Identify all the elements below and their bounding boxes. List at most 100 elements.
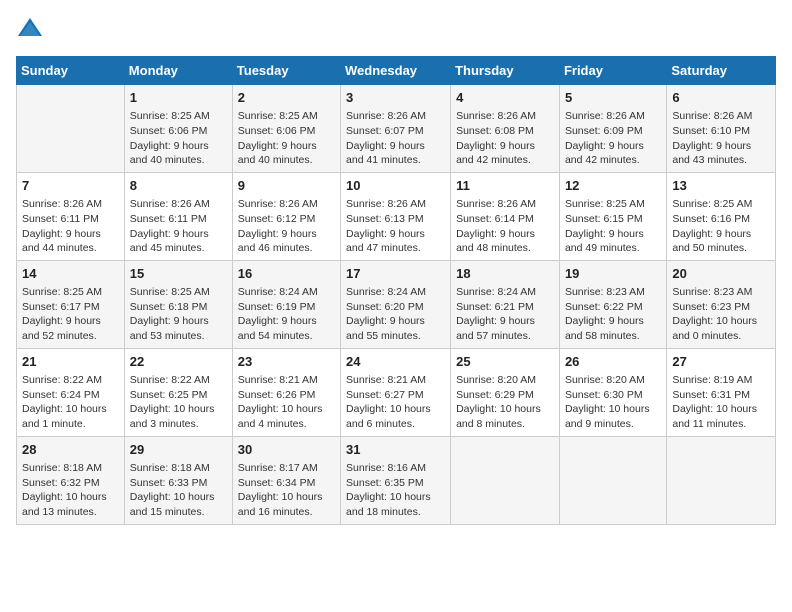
day-number: 22 [130, 353, 227, 371]
day-info: Sunrise: 8:19 AM Sunset: 6:31 PM Dayligh… [672, 373, 770, 432]
day-number: 17 [346, 265, 445, 283]
day-info: Sunrise: 8:22 AM Sunset: 6:24 PM Dayligh… [22, 373, 119, 432]
logo-icon [16, 16, 44, 44]
header-row: SundayMondayTuesdayWednesdayThursdayFrid… [17, 57, 776, 85]
day-info: Sunrise: 8:26 AM Sunset: 6:08 PM Dayligh… [456, 109, 554, 168]
day-number: 4 [456, 89, 554, 107]
calendar-table: SundayMondayTuesdayWednesdayThursdayFrid… [16, 56, 776, 525]
day-cell: 26 Sunrise: 8:20 AM Sunset: 6:30 PM Dayli… [559, 348, 666, 436]
day-info: Sunrise: 8:23 AM Sunset: 6:23 PM Dayligh… [672, 285, 770, 344]
day-info: Sunrise: 8:26 AM Sunset: 6:07 PM Dayligh… [346, 109, 445, 168]
day-cell: 8 Sunrise: 8:26 AM Sunset: 6:11 PM Daylig… [124, 172, 232, 260]
day-cell: 20 Sunrise: 8:23 AM Sunset: 6:23 PM Dayli… [667, 260, 776, 348]
day-number: 18 [456, 265, 554, 283]
day-info: Sunrise: 8:26 AM Sunset: 6:09 PM Dayligh… [565, 109, 661, 168]
day-cell: 11 Sunrise: 8:26 AM Sunset: 6:14 PM Dayli… [451, 172, 560, 260]
day-info: Sunrise: 8:23 AM Sunset: 6:22 PM Dayligh… [565, 285, 661, 344]
day-info: Sunrise: 8:21 AM Sunset: 6:26 PM Dayligh… [238, 373, 335, 432]
day-cell: 10Sunrise: 8:26 AM Sunset: 6:13 PM Dayli… [341, 172, 451, 260]
day-cell: 23 Sunrise: 8:21 AM Sunset: 6:26 PM Dayli… [232, 348, 340, 436]
day-info: Sunrise: 8:18 AM Sunset: 6:33 PM Dayligh… [130, 461, 227, 520]
day-info: Sunrise: 8:26 AM Sunset: 6:11 PM Dayligh… [22, 197, 119, 256]
day-cell: 17 Sunrise: 8:24 AM Sunset: 6:20 PM Dayli… [341, 260, 451, 348]
day-cell: 4 Sunrise: 8:26 AM Sunset: 6:08 PM Daylig… [451, 85, 560, 173]
day-info: Sunrise: 8:25 AM Sunset: 6:15 PM Dayligh… [565, 197, 661, 256]
day-number: 1 [130, 89, 227, 107]
day-cell: 5 Sunrise: 8:26 AM Sunset: 6:09 PM Daylig… [559, 85, 666, 173]
day-cell: 21 Sunrise: 8:22 AM Sunset: 6:24 PM Dayli… [17, 348, 125, 436]
col-header-thursday: Thursday [451, 57, 560, 85]
week-row-2: 7 Sunrise: 8:26 AM Sunset: 6:11 PM Daylig… [17, 172, 776, 260]
day-number: 7 [22, 177, 119, 195]
day-cell: 1Sunrise: 8:25 AM Sunset: 6:06 PM Daylig… [124, 85, 232, 173]
day-number: 3 [346, 89, 445, 107]
calendar-header: SundayMondayTuesdayWednesdayThursdayFrid… [17, 57, 776, 85]
day-info: Sunrise: 8:26 AM Sunset: 6:10 PM Dayligh… [672, 109, 770, 168]
week-row-5: 28 Sunrise: 8:18 AM Sunset: 6:32 PM Dayli… [17, 436, 776, 524]
day-number: 27 [672, 353, 770, 371]
day-number: 15 [130, 265, 227, 283]
day-number: 12 [565, 177, 661, 195]
day-cell: 18 Sunrise: 8:24 AM Sunset: 6:21 PM Dayli… [451, 260, 560, 348]
day-info: Sunrise: 8:24 AM Sunset: 6:21 PM Dayligh… [456, 285, 554, 344]
day-info: Sunrise: 8:24 AM Sunset: 6:20 PM Dayligh… [346, 285, 445, 344]
day-number: 6 [672, 89, 770, 107]
day-number: 23 [238, 353, 335, 371]
day-number: 8 [130, 177, 227, 195]
day-cell [451, 436, 560, 524]
day-info: Sunrise: 8:24 AM Sunset: 6:19 PM Dayligh… [238, 285, 335, 344]
day-cell: 28 Sunrise: 8:18 AM Sunset: 6:32 PM Dayli… [17, 436, 125, 524]
day-info: Sunrise: 8:18 AM Sunset: 6:32 PM Dayligh… [22, 461, 119, 520]
day-cell: 16Sunrise: 8:24 AM Sunset: 6:19 PM Dayli… [232, 260, 340, 348]
day-number: 28 [22, 441, 119, 459]
col-header-saturday: Saturday [667, 57, 776, 85]
day-number: 25 [456, 353, 554, 371]
day-info: Sunrise: 8:22 AM Sunset: 6:25 PM Dayligh… [130, 373, 227, 432]
day-cell [17, 85, 125, 173]
day-number: 9 [238, 177, 335, 195]
day-number: 21 [22, 353, 119, 371]
day-info: Sunrise: 8:25 AM Sunset: 6:18 PM Dayligh… [130, 285, 227, 344]
day-number: 5 [565, 89, 661, 107]
day-number: 26 [565, 353, 661, 371]
day-cell [667, 436, 776, 524]
day-cell: 3 Sunrise: 8:26 AM Sunset: 6:07 PM Daylig… [341, 85, 451, 173]
day-cell: 14Sunrise: 8:25 AM Sunset: 6:17 PM Dayli… [17, 260, 125, 348]
day-number: 13 [672, 177, 770, 195]
col-header-monday: Monday [124, 57, 232, 85]
day-info: Sunrise: 8:25 AM Sunset: 6:06 PM Dayligh… [238, 109, 335, 168]
calendar-body: 1 Sunrise: 8:25 AM Sunset: 6:06 PM Daylig… [17, 85, 776, 525]
day-cell: 7 Sunrise: 8:26 AM Sunset: 6:11 PM Daylig… [17, 172, 125, 260]
day-cell: 25 Sunrise: 8:20 AM Sunset: 6:29 PM Dayli… [451, 348, 560, 436]
day-info: Sunrise: 8:20 AM Sunset: 6:30 PM Dayligh… [565, 373, 661, 432]
day-cell [559, 436, 666, 524]
day-number: 20 [672, 265, 770, 283]
day-info: Sunrise: 8:26 AM Sunset: 6:11 PM Dayligh… [130, 197, 227, 256]
day-cell: 22 Sunrise: 8:22 AM Sunset: 6:25 PM Dayli… [124, 348, 232, 436]
page-header [16, 16, 776, 44]
week-row-1: 1 Sunrise: 8:25 AM Sunset: 6:06 PM Daylig… [17, 85, 776, 173]
day-number: 29 [130, 441, 227, 459]
day-info: Sunrise: 8:21 AM Sunset: 6:27 PM Dayligh… [346, 373, 445, 432]
day-number: 24 [346, 353, 445, 371]
day-number: 19 [565, 265, 661, 283]
day-number: 10 [346, 177, 445, 195]
day-cell: 31 Sunrise: 8:16 AM Sunset: 6:35 PM Dayli… [341, 436, 451, 524]
day-info: Sunrise: 8:20 AM Sunset: 6:29 PM Dayligh… [456, 373, 554, 432]
day-info: Sunrise: 8:25 AM Sunset: 6:17 PM Dayligh… [22, 285, 119, 344]
day-number: 11 [456, 177, 554, 195]
day-info: Sunrise: 8:16 AM Sunset: 6:35 PM Dayligh… [346, 461, 445, 520]
day-number: 31 [346, 441, 445, 459]
day-cell: 6 Sunrise: 8:26 AM Sunset: 6:10 PM Daylig… [667, 85, 776, 173]
day-info: Sunrise: 8:25 AM Sunset: 6:16 PM Dayligh… [672, 197, 770, 256]
day-info: Sunrise: 8:17 AM Sunset: 6:34 PM Dayligh… [238, 461, 335, 520]
week-row-4: 21 Sunrise: 8:22 AM Sunset: 6:24 PM Dayli… [17, 348, 776, 436]
day-info: Sunrise: 8:26 AM Sunset: 6:14 PM Dayligh… [456, 197, 554, 256]
day-cell: 12 Sunrise: 8:25 AM Sunset: 6:15 PM Dayli… [559, 172, 666, 260]
day-cell: 27 Sunrise: 8:19 AM Sunset: 6:31 PM Dayli… [667, 348, 776, 436]
day-cell: 30 Sunrise: 8:17 AM Sunset: 6:34 PM Dayli… [232, 436, 340, 524]
day-number: 30 [238, 441, 335, 459]
day-cell: 2Sunrise: 8:25 AM Sunset: 6:06 PM Daylig… [232, 85, 340, 173]
logo [16, 16, 48, 44]
col-header-sunday: Sunday [17, 57, 125, 85]
